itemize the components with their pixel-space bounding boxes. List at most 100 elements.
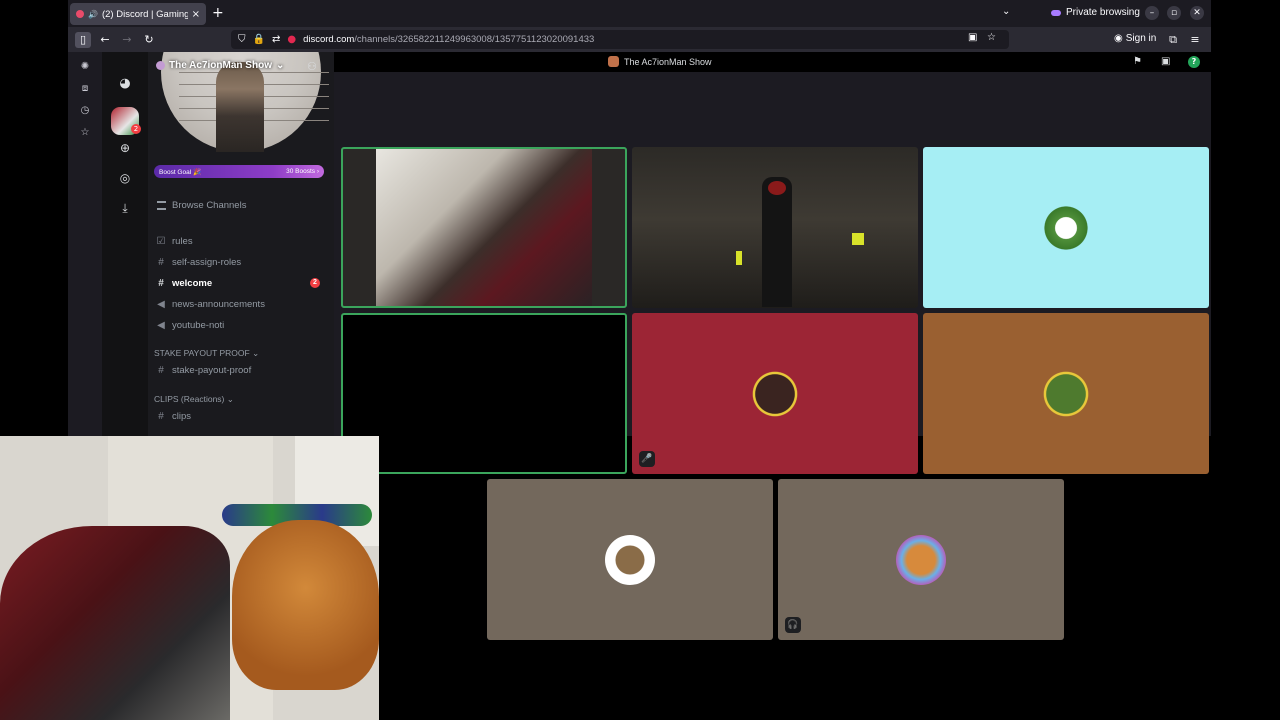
boost-goal-bar[interactable]: Boost Goal 🎉 30 Boosts › — [154, 165, 324, 178]
url-bar[interactable]: ⛉ 🔒 ⇄ ● discord.com/channels/32658221124… — [231, 30, 1009, 49]
back-arrow-icon[interactable]: ← — [97, 32, 113, 48]
private-browsing-label: Private browsing — [1066, 7, 1140, 18]
banner-person — [216, 62, 264, 152]
video-tile-vines-avatar[interactable] — [923, 147, 1209, 308]
bookmark-star-icon[interactable]: ☆ — [987, 32, 996, 43]
user-avatar — [1041, 369, 1091, 419]
flag-icon[interactable]: ⚑ — [1133, 56, 1142, 67]
url-domain: discord.com — [303, 34, 355, 45]
category-clips[interactable]: CLIPS (Reactions) ⌄ — [154, 394, 234, 405]
hashtag-icon: # — [158, 364, 164, 376]
url-path: /channels/326582211249963008/13577511230… — [354, 34, 595, 45]
server-avatar-icon — [608, 56, 619, 67]
sidebar-toggle-icon[interactable]: ▯ — [75, 32, 91, 48]
user-avatar — [750, 369, 800, 419]
channel-label: youtube-noti — [172, 319, 225, 331]
channel-news-announcements[interactable]: ◀ news-announcements — [156, 295, 324, 313]
inbox-icon[interactable]: ▣ — [1161, 56, 1170, 67]
game-light — [852, 233, 864, 245]
channel-label: clips — [172, 410, 192, 422]
boost-goal-label: Boost Goal 🎉 — [159, 168, 202, 176]
help-icon[interactable]: ? — [1188, 56, 1200, 68]
call-title: The Ac7ionMan Show — [608, 56, 712, 67]
plush-mammoth — [232, 520, 379, 690]
tab-close-icon[interactable]: × — [192, 9, 200, 20]
video-tile-dark[interactable] — [341, 313, 627, 474]
hashtag-icon: # — [158, 277, 164, 289]
channel-youtube-noti[interactable]: ◀ youtube-noti — [156, 316, 324, 334]
tab-discord[interactable]: 🔊 (2) Discord | Gaming | × — [70, 3, 206, 25]
firefox-sidebar: ✺ ⧈ ◷ ☆ — [68, 52, 102, 436]
minimize-button[interactable]: – — [1145, 6, 1159, 20]
webcam-video — [376, 149, 592, 306]
discord-home-icon[interactable]: ◕ — [115, 74, 135, 94]
hashtag-icon: # — [158, 410, 164, 422]
channel-label: stake-payout-proof — [172, 364, 252, 376]
user-avatar — [605, 535, 655, 585]
reader-view-icon[interactable]: ▣ — [968, 32, 977, 43]
server-list: ◕ 2 ⊕ ◎ ⤓ — [102, 52, 148, 436]
maximize-button[interactable]: ▫ — [1167, 6, 1181, 20]
hashtag-icon: # — [158, 256, 164, 268]
invite-people-icon[interactable]: ⚇ — [307, 60, 317, 73]
muted-mic-icon: 🎤 — [639, 451, 655, 467]
server-banner: The Ac7ionMan Show ⌄ ⚇ — [148, 52, 334, 152]
channel-welcome[interactable]: # welcome 2 — [156, 274, 324, 292]
boost-count: 30 Boosts › — [286, 168, 319, 175]
channel-clips[interactable]: # clips — [156, 407, 324, 425]
add-server-icon[interactable]: ⊕ — [115, 138, 135, 158]
video-tile-kiwi-avatar[interactable] — [487, 479, 773, 640]
video-tile-game-stream[interactable] — [632, 147, 918, 308]
sign-in-button[interactable]: ◉ Sign in — [1114, 33, 1156, 44]
game-light — [736, 251, 742, 265]
audio-playing-icon[interactable]: 🔊 — [88, 10, 98, 19]
video-tile-orange-avatar[interactable] — [923, 313, 1209, 474]
server-name-button[interactable]: The Ac7ionMan Show ⌄ — [156, 60, 284, 71]
browse-channels-label: Browse Channels — [172, 200, 247, 211]
mic-camera-in-use-icon[interactable]: ● — [287, 34, 296, 45]
channel-stake-payout-proof[interactable]: # stake-payout-proof — [156, 361, 324, 379]
shield-icon[interactable]: ⛉ — [238, 34, 246, 45]
account-icon: ◉ — [1114, 33, 1123, 44]
channel-label: welcome — [172, 277, 213, 289]
channel-label: rules — [172, 235, 193, 247]
deafened-icon: 🎧 — [785, 617, 801, 633]
user-avatar — [896, 535, 946, 585]
server-mention-badge: 2 — [131, 124, 141, 134]
announcement-icon: ◀ — [157, 298, 165, 310]
new-tab-button[interactable]: + — [212, 5, 224, 21]
private-browsing-indicator: Private browsing — [1051, 7, 1140, 18]
lock-icon[interactable]: 🔒 — [253, 34, 265, 45]
server-badge-icon — [156, 61, 165, 70]
video-tile-red-avatar[interactable]: 🎤 — [632, 313, 918, 474]
server-name: The Ac7ionMan Show — [169, 60, 272, 71]
browse-channels-button[interactable]: Browse Channels — [157, 200, 246, 211]
screen: 🔊 (2) Discord | Gaming | × + ⌄ Private b… — [0, 0, 1280, 720]
browse-channels-icon — [157, 201, 166, 210]
extensions-icon[interactable]: ⧉ — [1165, 32, 1181, 48]
user-avatar — [1041, 203, 1091, 253]
download-apps-icon[interactable]: ⤓ — [115, 198, 135, 218]
channel-self-assign-roles[interactable]: # self-assign-roles — [156, 253, 324, 271]
call-title-label: The Ac7ionMan Show — [624, 56, 712, 67]
call-top-bar: The Ac7ionMan Show ⚑ ▣ ? — [334, 52, 1211, 72]
game-character — [762, 177, 792, 307]
channel-label: news-announcements — [172, 298, 265, 310]
streamer-webcam-overlay — [0, 436, 379, 720]
discover-icon[interactable]: ◎ — [115, 168, 135, 188]
reload-icon[interactable]: ↻ — [141, 32, 157, 48]
permissions-icon[interactable]: ⇄ — [272, 34, 280, 45]
video-tile-cat-avatar[interactable]: 🎧 — [778, 479, 1064, 640]
category-stake-payout-proof[interactable]: STAKE PAYOUT PROOF ⌄ — [154, 348, 259, 359]
forward-arrow-icon[interactable]: → — [119, 32, 135, 48]
close-window-button[interactable]: ✕ — [1190, 6, 1204, 20]
app-menu-icon[interactable]: ≡ — [1187, 32, 1203, 48]
discord-favicon-icon — [76, 10, 84, 18]
video-tile-webcam-user[interactable] — [341, 147, 627, 308]
synced-tabs-icon[interactable]: ⧈ — [79, 83, 91, 95]
tab-list-chevron-icon[interactable]: ⌄ — [1002, 6, 1010, 17]
ai-chatbot-icon[interactable]: ✺ — [79, 61, 91, 73]
bookmarks-icon[interactable]: ☆ — [79, 127, 91, 139]
history-icon[interactable]: ◷ — [79, 105, 91, 117]
channel-rules[interactable]: ☑ rules — [156, 232, 324, 250]
